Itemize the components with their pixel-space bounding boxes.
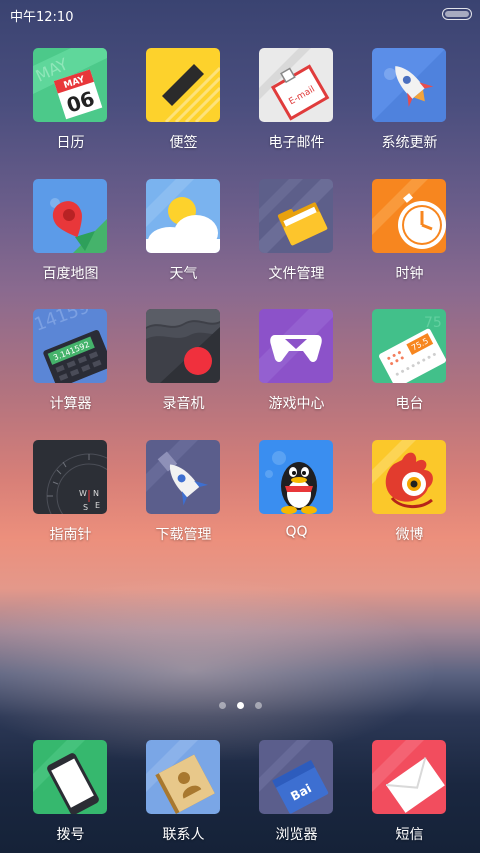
weather-sun-cloud-icon bbox=[146, 179, 220, 253]
app-label: 天气 bbox=[169, 266, 198, 282]
compass-south-text: S bbox=[83, 503, 88, 512]
app-file-manager[interactable]: 文件管理 bbox=[240, 179, 353, 289]
app-label: 时钟 bbox=[395, 266, 424, 282]
battery-icon bbox=[442, 8, 472, 20]
status-bar: 中午12:10 bbox=[0, 0, 480, 28]
download-rocket-icon bbox=[146, 440, 220, 514]
calendar-icon: MAY MAY 06 bbox=[33, 48, 107, 122]
app-clock[interactable]: 时钟 bbox=[353, 179, 466, 289]
browser-icon: Bai bbox=[259, 740, 333, 814]
phone-dialer-icon bbox=[33, 740, 107, 814]
rocket-update-icon bbox=[372, 48, 446, 122]
app-label: 拨号 bbox=[56, 827, 85, 843]
email-icon: E-mail bbox=[259, 48, 333, 122]
app-label: 游戏中心 bbox=[268, 396, 325, 412]
dock-app-sms[interactable]: 短信 bbox=[353, 740, 466, 850]
app-qq[interactable]: QQ bbox=[240, 440, 353, 550]
app-label: 短信 bbox=[395, 827, 424, 843]
compass-icon: W N E S bbox=[33, 440, 107, 514]
app-label: 计算器 bbox=[49, 396, 92, 412]
app-calculator[interactable]: 14159 3.141592 计算器 bbox=[14, 309, 127, 419]
sms-envelope-icon bbox=[372, 740, 446, 814]
app-game-center[interactable]: 游戏中心 bbox=[240, 309, 353, 419]
app-weather[interactable]: 天气 bbox=[127, 179, 240, 289]
calculator-icon: 14159 3.141592 bbox=[33, 309, 107, 383]
page-dot[interactable] bbox=[255, 702, 262, 709]
app-weibo[interactable]: 微博 bbox=[353, 440, 466, 550]
page-indicator[interactable] bbox=[0, 702, 480, 712]
notes-icon bbox=[146, 48, 220, 122]
compass-west-text: W bbox=[79, 489, 87, 498]
folder-icon bbox=[259, 179, 333, 253]
gamepad-icon bbox=[259, 309, 333, 383]
app-recorder[interactable]: 录音机 bbox=[127, 309, 240, 419]
compass-east-text: E bbox=[95, 501, 100, 510]
app-label: QQ bbox=[285, 524, 308, 540]
app-system-update[interactable]: 系统更新 bbox=[353, 48, 466, 158]
app-calendar[interactable]: MAY MAY 06 日历 bbox=[14, 48, 127, 158]
app-label: 指南针 bbox=[49, 527, 92, 543]
dock-app-dialer[interactable]: 拨号 bbox=[14, 740, 127, 850]
weibo-icon bbox=[372, 440, 446, 514]
app-radio[interactable]: 75 75.5 电台 bbox=[353, 309, 466, 419]
app-label: 联系人 bbox=[162, 827, 205, 843]
app-label: 浏览器 bbox=[275, 827, 318, 843]
app-label: 电台 bbox=[395, 396, 424, 412]
compass-north-text: N bbox=[93, 489, 99, 498]
wallpaper-mist bbox=[0, 560, 480, 760]
app-label: 录音机 bbox=[162, 396, 205, 412]
map-pin-icon bbox=[33, 179, 107, 253]
app-label: 百度地图 bbox=[42, 266, 99, 282]
contacts-book-icon bbox=[146, 740, 220, 814]
dock-app-browser[interactable]: Bai 浏览器 bbox=[240, 740, 353, 850]
app-label: 系统更新 bbox=[381, 135, 438, 151]
status-time: 中午12:10 bbox=[10, 10, 74, 25]
app-label: 微博 bbox=[395, 527, 424, 543]
clock-icon bbox=[372, 179, 446, 253]
page-dot-active[interactable] bbox=[237, 702, 244, 709]
app-label: 便签 bbox=[169, 135, 198, 151]
svg-text:75: 75 bbox=[424, 315, 442, 331]
recorder-icon bbox=[146, 309, 220, 383]
app-baidu-map[interactable]: 百度地图 bbox=[14, 179, 127, 289]
app-label: 日历 bbox=[56, 135, 85, 151]
qq-penguin-icon bbox=[259, 440, 333, 514]
app-label: 文件管理 bbox=[268, 266, 325, 282]
radio-icon: 75 75.5 bbox=[372, 309, 446, 383]
app-notes[interactable]: 便签 bbox=[127, 48, 240, 158]
app-compass[interactable]: W N E S 指南针 bbox=[14, 440, 127, 550]
page-dot[interactable] bbox=[219, 702, 226, 709]
app-email[interactable]: E-mail 电子邮件 bbox=[240, 48, 353, 158]
app-label: 电子邮件 bbox=[268, 135, 325, 151]
dock-app-contacts[interactable]: 联系人 bbox=[127, 740, 240, 850]
app-download-manager[interactable]: 下载管理 bbox=[127, 440, 240, 550]
app-label: 下载管理 bbox=[155, 527, 212, 543]
